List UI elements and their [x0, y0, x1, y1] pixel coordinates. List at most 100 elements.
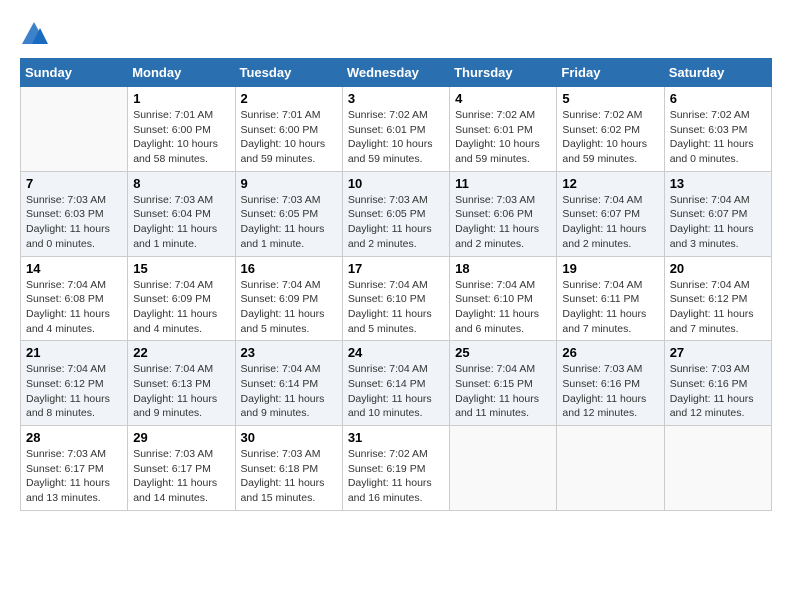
day-number: 28	[26, 430, 122, 445]
calendar-cell: 17 Sunrise: 7:04 AMSunset: 6:10 PMDayligh…	[342, 256, 449, 341]
day-number: 22	[133, 345, 229, 360]
calendar-cell: 20Sunrise: 7:04 AMSunset: 6:12 PMDayligh…	[664, 256, 771, 341]
calendar-week-1: 1 Sunrise: 7:01 AMSunset: 6:00 PMDaylight…	[21, 87, 772, 172]
day-number: 2	[241, 91, 337, 106]
day-info: Sunrise: 7:02 AMSunset: 6:01 PMDaylight:…	[455, 108, 551, 167]
calendar-cell	[21, 87, 128, 172]
day-info: Sunrise: 7:02 AMSunset: 6:01 PMDaylight:…	[348, 108, 444, 167]
calendar-cell: 23Sunrise: 7:04 AMSunset: 6:14 PMDayligh…	[235, 341, 342, 426]
day-info: Sunrise: 7:03 AMSunset: 6:05 PMDaylight:…	[348, 193, 444, 252]
day-info: Sunrise: 7:04 AMSunset: 6:07 PMDaylight:…	[670, 193, 766, 252]
day-number: 12	[562, 176, 658, 191]
day-number: 17	[348, 261, 444, 276]
day-number: 1	[133, 91, 229, 106]
day-number: 7	[26, 176, 122, 191]
calendar-cell: 7 Sunrise: 7:03 AMSunset: 6:03 PMDaylight…	[21, 171, 128, 256]
day-info: Sunrise: 7:04 AMSunset: 6:12 PMDaylight:…	[26, 362, 122, 421]
calendar-table: SundayMondayTuesdayWednesdayThursdayFrid…	[20, 58, 772, 511]
day-number: 30	[241, 430, 337, 445]
day-number: 4	[455, 91, 551, 106]
calendar-cell: 19 Sunrise: 7:04 AMSunset: 6:11 PMDayligh…	[557, 256, 664, 341]
day-info: Sunrise: 7:03 AMSunset: 6:05 PMDaylight:…	[241, 193, 337, 252]
calendar-week-3: 14 Sunrise: 7:04 AMSunset: 6:08 PMDayligh…	[21, 256, 772, 341]
day-number: 13	[670, 176, 766, 191]
day-info: Sunrise: 7:03 AMSunset: 6:17 PMDaylight:…	[133, 447, 229, 506]
day-number: 10	[348, 176, 444, 191]
day-number: 20	[670, 261, 766, 276]
calendar-cell: 12 Sunrise: 7:04 AMSunset: 6:07 PMDayligh…	[557, 171, 664, 256]
calendar-cell: 22 Sunrise: 7:04 AMSunset: 6:13 PMDayligh…	[128, 341, 235, 426]
calendar-cell: 11 Sunrise: 7:03 AMSunset: 6:06 PMDayligh…	[450, 171, 557, 256]
calendar-cell: 24Sunrise: 7:04 AMSunset: 6:14 PMDayligh…	[342, 341, 449, 426]
day-info: Sunrise: 7:04 AMSunset: 6:15 PMDaylight:…	[455, 362, 551, 421]
calendar-cell: 31 Sunrise: 7:02 AMSunset: 6:19 PMDayligh…	[342, 426, 449, 511]
day-number: 29	[133, 430, 229, 445]
column-header-monday: Monday	[128, 59, 235, 87]
day-info: Sunrise: 7:04 AMSunset: 6:10 PMDaylight:…	[455, 278, 551, 337]
day-info: Sunrise: 7:04 AMSunset: 6:09 PMDaylight:…	[133, 278, 229, 337]
calendar-week-4: 21 Sunrise: 7:04 AMSunset: 6:12 PMDayligh…	[21, 341, 772, 426]
day-info: Sunrise: 7:01 AMSunset: 6:00 PMDaylight:…	[241, 108, 337, 167]
day-number: 18	[455, 261, 551, 276]
day-info: Sunrise: 7:03 AMSunset: 6:16 PMDaylight:…	[562, 362, 658, 421]
day-number: 16	[241, 261, 337, 276]
calendar-cell	[557, 426, 664, 511]
day-info: Sunrise: 7:03 AMSunset: 6:03 PMDaylight:…	[26, 193, 122, 252]
day-number: 6	[670, 91, 766, 106]
calendar-cell: 29 Sunrise: 7:03 AMSunset: 6:17 PMDayligh…	[128, 426, 235, 511]
page-header	[20, 20, 772, 48]
calendar-cell: 30 Sunrise: 7:03 AMSunset: 6:18 PMDayligh…	[235, 426, 342, 511]
column-header-friday: Friday	[557, 59, 664, 87]
calendar-week-2: 7 Sunrise: 7:03 AMSunset: 6:03 PMDaylight…	[21, 171, 772, 256]
day-number: 9	[241, 176, 337, 191]
logo	[20, 20, 52, 48]
day-number: 31	[348, 430, 444, 445]
day-info: Sunrise: 7:04 AMSunset: 6:10 PMDaylight:…	[348, 278, 444, 337]
calendar-cell: 15 Sunrise: 7:04 AMSunset: 6:09 PMDayligh…	[128, 256, 235, 341]
day-number: 14	[26, 261, 122, 276]
day-number: 5	[562, 91, 658, 106]
day-info: Sunrise: 7:04 AMSunset: 6:07 PMDaylight:…	[562, 193, 658, 252]
day-info: Sunrise: 7:01 AMSunset: 6:00 PMDaylight:…	[133, 108, 229, 167]
calendar-cell: 14 Sunrise: 7:04 AMSunset: 6:08 PMDayligh…	[21, 256, 128, 341]
column-header-thursday: Thursday	[450, 59, 557, 87]
day-number: 3	[348, 91, 444, 106]
day-info: Sunrise: 7:03 AMSunset: 6:04 PMDaylight:…	[133, 193, 229, 252]
column-header-wednesday: Wednesday	[342, 59, 449, 87]
day-number: 8	[133, 176, 229, 191]
calendar-cell: 28Sunrise: 7:03 AMSunset: 6:17 PMDayligh…	[21, 426, 128, 511]
day-number: 11	[455, 176, 551, 191]
day-number: 25	[455, 345, 551, 360]
day-info: Sunrise: 7:04 AMSunset: 6:08 PMDaylight:…	[26, 278, 122, 337]
calendar-cell	[664, 426, 771, 511]
calendar-week-5: 28 Sunrise: 7:03 AMSunset: 6:17 PMDayligh…	[21, 426, 772, 511]
day-info: Sunrise: 7:02 AMSunset: 6:02 PMDaylight:…	[562, 108, 658, 167]
header-row: SundayMondayTuesdayWednesdayThursdayFrid…	[21, 59, 772, 87]
day-number: 27	[670, 345, 766, 360]
day-number: 26	[562, 345, 658, 360]
calendar-cell: 1 Sunrise: 7:01 AMSunset: 6:00 PMDaylight…	[128, 87, 235, 172]
day-info: Sunrise: 7:04 AMSunset: 6:13 PMDaylight:…	[133, 362, 229, 421]
calendar-cell: 2 Sunrise: 7:01 AMSunset: 6:00 PMDaylight…	[235, 87, 342, 172]
day-info: Sunrise: 7:03 AMSunset: 6:16 PMDaylight:…	[670, 362, 766, 421]
day-info: Sunrise: 7:03 AMSunset: 6:06 PMDaylight:…	[455, 193, 551, 252]
calendar-cell: 27 Sunrise: 7:03 AMSunset: 6:16 PMDayligh…	[664, 341, 771, 426]
day-info: Sunrise: 7:04 AMSunset: 6:14 PMDaylight:…	[348, 362, 444, 421]
calendar-cell: 5 Sunrise: 7:02 AMSunset: 6:02 PMDaylight…	[557, 87, 664, 172]
day-info: Sunrise: 7:04 AMSunset: 6:11 PMDaylight:…	[562, 278, 658, 337]
day-info: Sunrise: 7:02 AMSunset: 6:19 PMDaylight:…	[348, 447, 444, 506]
calendar-cell: 21 Sunrise: 7:04 AMSunset: 6:12 PMDayligh…	[21, 341, 128, 426]
day-number: 21	[26, 345, 122, 360]
calendar-cell	[450, 426, 557, 511]
day-number: 15	[133, 261, 229, 276]
calendar-cell: 8 Sunrise: 7:03 AMSunset: 6:04 PMDaylight…	[128, 171, 235, 256]
day-number: 19	[562, 261, 658, 276]
calendar-cell: 9 Sunrise: 7:03 AMSunset: 6:05 PMDaylight…	[235, 171, 342, 256]
day-info: Sunrise: 7:02 AMSunset: 6:03 PMDaylight:…	[670, 108, 766, 167]
day-info: Sunrise: 7:03 AMSunset: 6:18 PMDaylight:…	[241, 447, 337, 506]
day-number: 23	[241, 345, 337, 360]
column-header-saturday: Saturday	[664, 59, 771, 87]
calendar-cell: 10 Sunrise: 7:03 AMSunset: 6:05 PMDayligh…	[342, 171, 449, 256]
day-info: Sunrise: 7:04 AMSunset: 6:09 PMDaylight:…	[241, 278, 337, 337]
calendar-cell: 25 Sunrise: 7:04 AMSunset: 6:15 PMDayligh…	[450, 341, 557, 426]
